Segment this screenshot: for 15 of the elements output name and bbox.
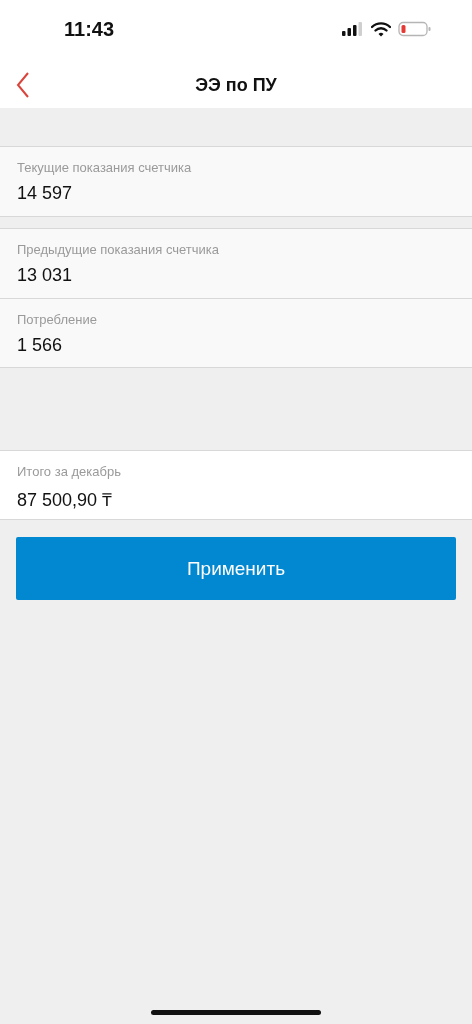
total-label: Итого за декабрь [17,464,121,479]
field-value: 14 597 [17,183,73,204]
field-label: Потребление [17,312,97,327]
signal-icon [342,22,364,36]
status-time: 11:43 [64,17,115,41]
screen-title: ЭЭ по ПУ [195,74,277,96]
back-button[interactable] [14,70,32,100]
field-value: 13 031 [17,265,73,286]
battery-icon [398,21,432,37]
field-label: Предыдущие показания счетчика [17,242,220,257]
field-value: 1 566 [17,335,63,356]
total-value: 87 500,90 ₸ [17,489,113,511]
wifi-icon [371,21,391,37]
field-label: Текущие показания счетчика [17,160,192,175]
apply-button[interactable]: Применить [16,537,456,600]
